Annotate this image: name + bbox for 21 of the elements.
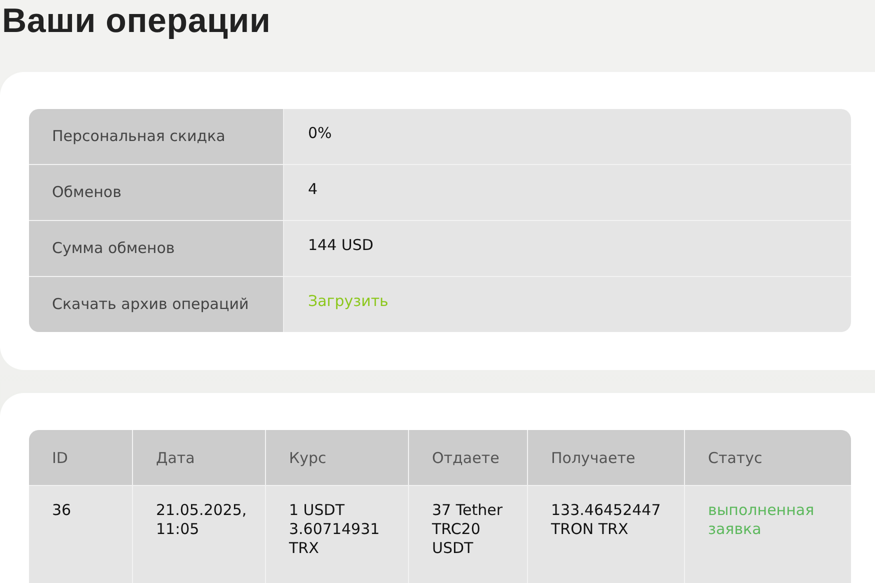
table-cell-text: 144 USD [307, 235, 374, 256]
column-header: Отдаете [409, 430, 528, 486]
table-cell: Скачать архив операций [29, 277, 284, 332]
table-cell-text: 0% [307, 123, 333, 144]
table-cell: Сумма обменов [29, 221, 284, 276]
table-cell: 37 Tether TRC20 USDT [409, 486, 528, 583]
status-cell-text: выполненная заявка [707, 500, 816, 540]
table-cell: Обменов [29, 165, 284, 220]
table-cell: 1 USDT 3.60714931 TRX [266, 486, 409, 583]
column-header: Получаете [528, 430, 685, 486]
download-link[interactable]: Загрузить [308, 292, 388, 310]
column-header: ID [29, 430, 133, 486]
table-cell: 133.46452447 TRON TRX [528, 486, 685, 583]
column-header: Курс [266, 430, 409, 486]
table-cell-text: 4 [307, 179, 319, 200]
column-header: Статус [685, 430, 851, 486]
table-cell: Персональная скидка [29, 109, 284, 164]
table-cell: 36 [29, 486, 133, 583]
table-cell: 21.05.2025, 11:05 [133, 486, 266, 583]
column-header: Дата [133, 430, 266, 486]
page-title: Ваши операции [1, 1, 272, 42]
